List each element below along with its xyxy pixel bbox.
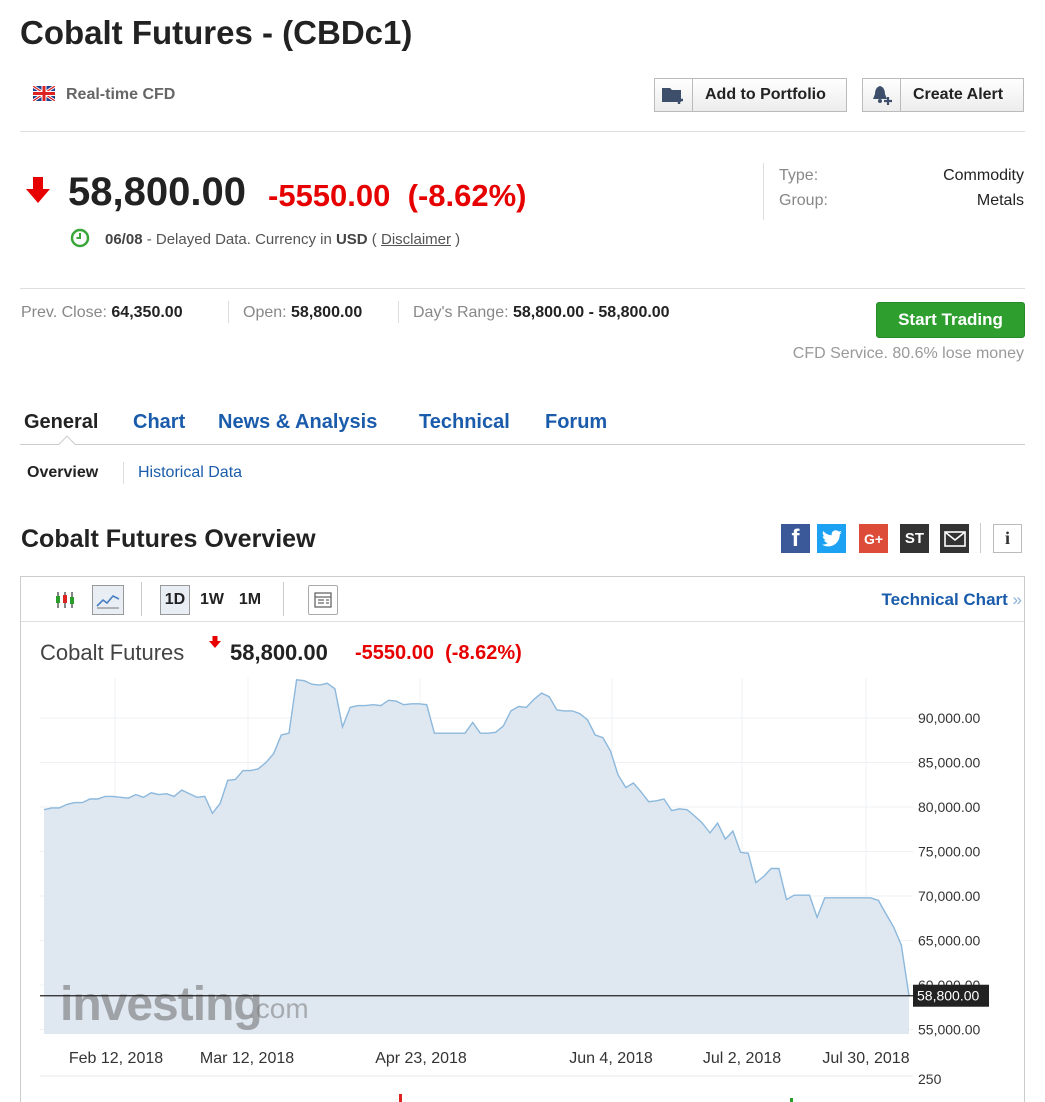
x-tick-label: Jul 2, 2018 (703, 1050, 781, 1067)
last-price-label: 58,800.00 (917, 988, 979, 1004)
investing-watermark: investing (60, 978, 262, 1031)
y-tick-label: 90,000.00 (918, 710, 980, 726)
y-tick-label: 85,000.00 (918, 755, 980, 771)
x-tick-label: Mar 12, 2018 (200, 1050, 294, 1067)
y-tick-label: 80,000.00 (918, 799, 980, 815)
x-tick-label: Jul 30, 2018 (822, 1050, 909, 1067)
volume-bar (790, 1098, 793, 1102)
y-tick-label: 65,000.00 (918, 933, 980, 949)
x-tick-label: Jun 4, 2018 (569, 1050, 653, 1067)
volume-axis-label: 250 (918, 1071, 942, 1087)
y-tick-label: 55,000.00 (918, 1022, 980, 1038)
investing-watermark-domain: .com (248, 993, 309, 1024)
y-tick-label: 70,000.00 (918, 888, 980, 904)
volume-bar (399, 1094, 402, 1102)
x-tick-label: Apr 23, 2018 (375, 1050, 467, 1067)
price-chart[interactable]: 90,000.00 85,000.00 80,000.00 75,000.00 70,0… (0, 0, 1045, 1102)
x-tick-label: Feb 12, 2018 (69, 1050, 163, 1067)
y-tick-label: 75,000.00 (918, 844, 980, 860)
